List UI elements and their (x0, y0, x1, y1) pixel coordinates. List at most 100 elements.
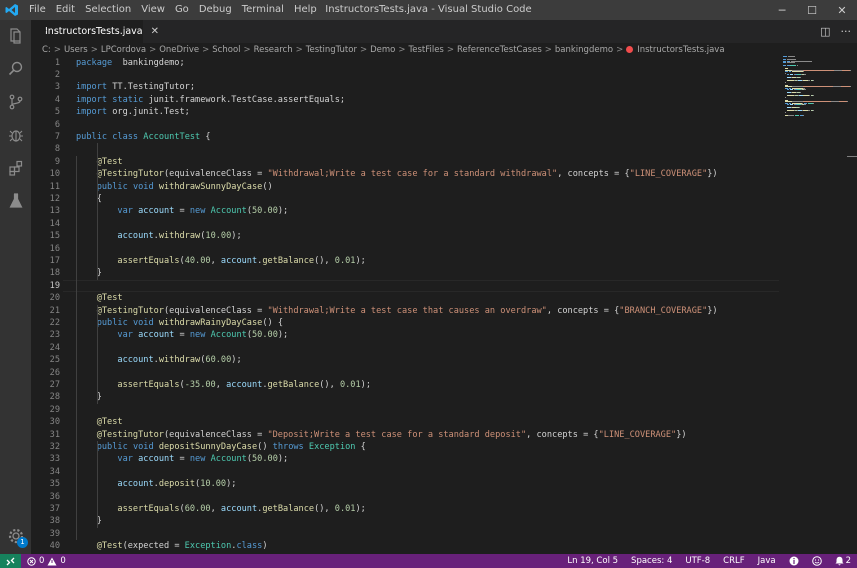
minimap-line (783, 65, 787, 66)
breadcrumb-item[interactable]: Users (64, 45, 88, 55)
minimap[interactable] (783, 56, 852, 116)
warning-count-icon (47, 557, 57, 565)
breadcrumb-item[interactable]: C: (42, 45, 51, 55)
error-file-icon (626, 46, 634, 53)
breadcrumb-item[interactable]: School (212, 45, 240, 55)
menu-file[interactable]: File (24, 0, 51, 20)
breadcrumb-item[interactable]: ReferenceTestCases (457, 45, 542, 55)
encoding[interactable]: UTF-8 (685, 556, 710, 566)
search-icon[interactable] (0, 53, 31, 84)
line-number: 2 (54, 69, 60, 80)
more-actions-icon[interactable]: ··· (841, 25, 852, 38)
tab-instructorstests[interactable]: InstructorsTests.java ✕ (31, 20, 159, 43)
menu-debug[interactable]: Debug (194, 0, 237, 20)
code-line: package bankingdemo; (76, 57, 185, 68)
breadcrumb-item[interactable]: TestingTutor (306, 45, 357, 55)
minimap-line (813, 95, 815, 96)
split-editor-icon[interactable]: ◫ (820, 25, 830, 38)
line-number: 12 (49, 193, 60, 204)
indentation[interactable]: Spaces: 4 (631, 556, 672, 566)
menu-view[interactable]: View (136, 0, 170, 20)
line-number: 13 (49, 206, 60, 217)
breadcrumb-separator: > (398, 44, 406, 55)
breadcrumb-item[interactable]: Research (254, 45, 293, 55)
breadcrumb-separator: > (295, 44, 303, 55)
source-control-icon[interactable] (0, 86, 31, 117)
line-number: 20 (49, 293, 60, 304)
language-mode[interactable]: Java (758, 556, 776, 566)
debug-icon[interactable] (0, 119, 31, 150)
activity-bar: 1 (0, 20, 31, 554)
menu-edit[interactable]: Edit (51, 0, 80, 20)
line-number: 33 (49, 454, 60, 465)
breadcrumb-separator: > (243, 44, 251, 55)
line-number: 37 (49, 503, 60, 514)
minimap-line (802, 114, 804, 116)
minimap-line (803, 86, 834, 87)
menu-selection[interactable]: Selection (80, 0, 136, 20)
minimap-line (838, 101, 847, 102)
extensions-icon[interactable] (0, 152, 31, 183)
error-count: 0 (39, 556, 45, 566)
minimize-button[interactable]: ─ (767, 0, 797, 20)
explorer-icon[interactable] (0, 20, 31, 51)
line-ending[interactable]: CRLF (723, 556, 744, 566)
code-line: { (76, 193, 102, 204)
breadcrumb: C: > Users > LPCordova > OneDrive > School > Resea… (31, 43, 857, 56)
line-number: 19 (49, 280, 60, 291)
line-number: 27 (49, 379, 60, 390)
info-icon[interactable] (789, 556, 799, 566)
line-number: 31 (49, 429, 60, 440)
line-number: 35 (49, 479, 60, 490)
minimap-line (785, 96, 786, 98)
code-line: var account = new Account(50.00); (117, 206, 289, 217)
line-number: 17 (49, 255, 60, 266)
vertical-scrollbar[interactable] (847, 56, 857, 554)
breadcrumb-separator: > (544, 44, 552, 55)
line-number-gutter: 1 2 3 4 5 6 7 8 9 10 11 12 13 14 15 16 17 18 19 20 21 22 23 24 2… (31, 56, 63, 554)
menu-terminal[interactable]: Terminal (237, 0, 289, 20)
minimap-line (791, 71, 803, 72)
menu-go[interactable]: Go (170, 0, 194, 20)
breadcrumb-item[interactable]: LPCordova (101, 45, 146, 55)
notification-count: 2 (845, 556, 851, 566)
tab-label: InstructorsTests.java (45, 26, 143, 37)
breadcrumb-item[interactable]: Demo (370, 45, 395, 55)
menu-help[interactable]: Help (289, 0, 322, 20)
remote-icon[interactable] (0, 554, 21, 568)
close-tab-icon[interactable]: ✕ (151, 26, 159, 37)
minimap-line (787, 56, 795, 57)
warning-count: 0 (60, 556, 66, 566)
line-number: 39 (49, 528, 60, 539)
line-number: 36 (49, 491, 60, 502)
minimap-line (812, 110, 814, 111)
code-line: @Test (96, 417, 123, 428)
code-line: } (76, 392, 102, 403)
indent-guide (96, 440, 98, 528)
minimap-line (787, 110, 794, 111)
notifications-indicator[interactable]: 2 (835, 556, 851, 566)
minimap-line (812, 80, 814, 81)
breadcrumb-item[interactable]: OneDrive (159, 45, 199, 55)
menu-bar: File Edit Selection View Go Debug Terminal Help (24, 0, 322, 20)
problems-indicator[interactable]: 0 0 (21, 556, 66, 566)
line-number: 3 (54, 82, 60, 93)
close-window-button[interactable]: ✕ (827, 0, 857, 20)
cursor-position[interactable]: Ln 19, Col 5 (567, 556, 618, 566)
line-number: 29 (49, 404, 60, 415)
line-number: 10 (49, 169, 60, 180)
breadcrumb-item[interactable]: bankingdemo (555, 45, 613, 55)
maximize-button[interactable]: ☐ (797, 0, 827, 20)
feedback-smiley-icon[interactable] (811, 556, 822, 566)
manage-gear-icon[interactable]: 1 (0, 520, 31, 551)
testing-flask-icon[interactable] (0, 185, 31, 216)
minimap-line (787, 80, 794, 81)
notification-badge: 1 (17, 537, 28, 548)
breadcrumb-item[interactable]: TestFiles (408, 45, 443, 55)
breadcrumb-item[interactable]: InstructorsTests.java (637, 45, 724, 55)
code-line: @TestingTutor(equivalenceClass = "Deposi… (96, 429, 687, 440)
line-number: 40 (49, 541, 60, 552)
minimap-line (799, 92, 801, 93)
code-editor[interactable]: 1 2 3 4 5 6 7 8 9 10 11 12 13 14 15 16 17 18 19 20 21 22 23 24 2… (31, 56, 857, 554)
code-line: @Test (96, 293, 123, 304)
